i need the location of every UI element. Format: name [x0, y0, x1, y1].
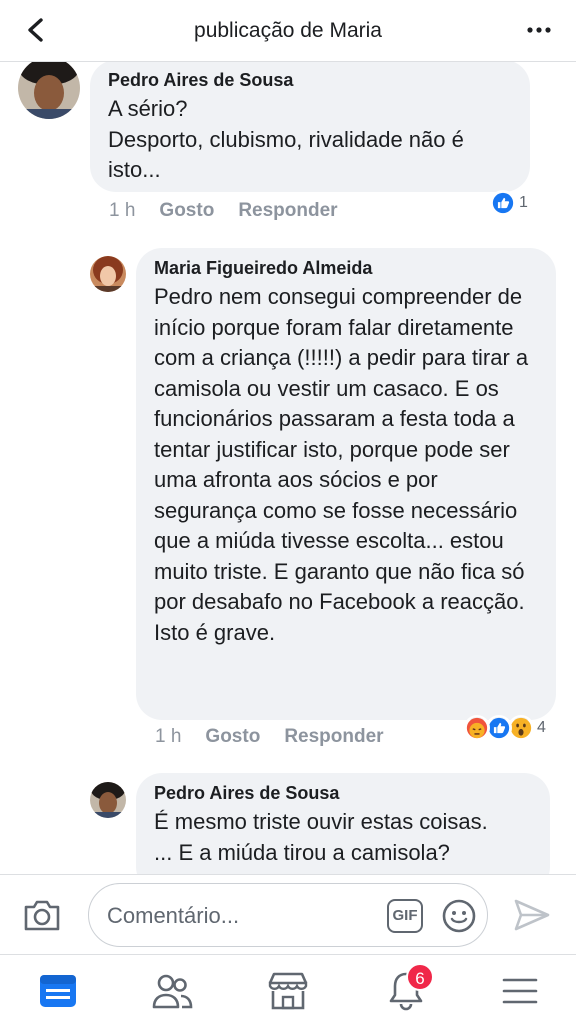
reactions-summary[interactable]: 4: [464, 715, 546, 741]
comment-text: A sério? Desporto, clubismo, rivalidade …: [108, 96, 464, 182]
bottom-tab-bar: 6: [0, 954, 576, 1024]
like-reaction-icon: [490, 190, 516, 216]
app-screen: publicação de Maria Pedro Aires de Sousa…: [0, 0, 576, 1024]
like-button[interactable]: Gosto: [205, 726, 260, 748]
page-title: publicação de Maria: [194, 19, 382, 42]
avatar[interactable]: [18, 62, 80, 119]
avatar[interactable]: [90, 256, 126, 292]
reaction-count: 1: [519, 194, 528, 211]
top-bar: publicação de Maria: [0, 0, 576, 62]
comment-placeholder: Comentário...: [107, 903, 240, 928]
marketplace-icon[interactable]: [266, 969, 310, 1013]
sticker-smile-icon[interactable]: [441, 898, 477, 934]
like-button[interactable]: Gosto: [159, 200, 214, 222]
comment-text: Pedro nem consegui compreender de início…: [154, 284, 535, 645]
more-options-icon[interactable]: [524, 18, 554, 42]
camera-icon[interactable]: [22, 897, 62, 933]
comment-bubble[interactable]: Pedro Aires de Sousa É mesmo triste ouvi…: [136, 773, 550, 874]
comments-list: Pedro Aires de Sousa A sério? Desporto, …: [0, 62, 576, 874]
comment-bubble[interactable]: Pedro Aires de Sousa A sério? Desporto, …: [90, 62, 530, 192]
comment-author[interactable]: Pedro Aires de Sousa: [154, 783, 532, 804]
comment-author[interactable]: Maria Figueiredo Almeida: [154, 258, 538, 279]
reaction-count: 4: [537, 719, 546, 736]
menu-icon[interactable]: [498, 969, 542, 1013]
reply-button[interactable]: Responder: [284, 726, 383, 748]
comment-text: É mesmo triste ouvir estas coisas. ... E…: [154, 809, 488, 865]
comment-composer: Comentário... GIF: [0, 874, 576, 954]
comment-author[interactable]: Pedro Aires de Sousa: [108, 70, 512, 91]
friends-icon[interactable]: [150, 969, 194, 1013]
comment-input[interactable]: Comentário... GIF: [88, 883, 488, 947]
comment-time: 1 h: [109, 200, 136, 221]
comment-bubble[interactable]: Maria Figueiredo Almeida Pedro nem conse…: [136, 248, 556, 720]
notifications-badge: 6: [406, 963, 434, 991]
notifications-tab[interactable]: 6: [384, 963, 434, 1013]
gif-button[interactable]: GIF: [387, 899, 423, 933]
send-icon[interactable]: [512, 897, 552, 933]
comment-time: 1 h: [155, 726, 182, 747]
reactions-summary[interactable]: 1: [490, 190, 528, 216]
news-feed-icon[interactable]: [36, 969, 80, 1013]
angry-reaction-icon: [464, 715, 490, 741]
avatar[interactable]: [90, 782, 126, 818]
reply-button[interactable]: Responder: [238, 200, 337, 222]
comment-actions: 1 h Gosto Responder: [109, 200, 338, 222]
comment-actions: 1 h Gosto Responder: [155, 726, 384, 748]
